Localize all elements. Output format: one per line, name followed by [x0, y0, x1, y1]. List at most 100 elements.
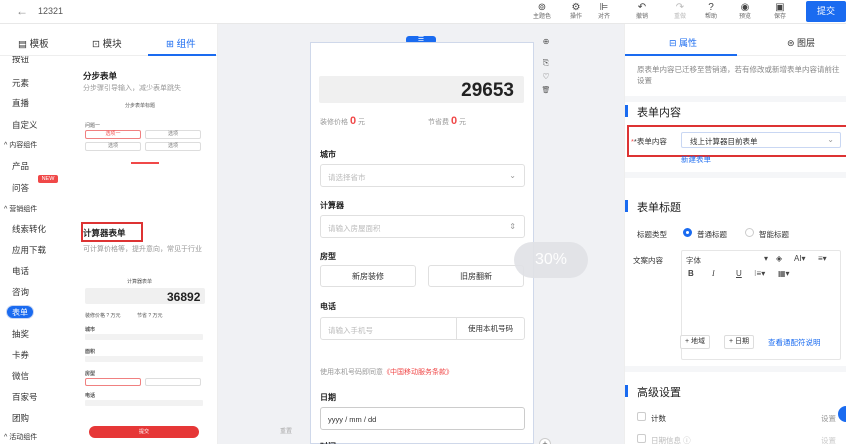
count-checkbox[interactable] — [637, 412, 646, 421]
gear-icon: ⚙ — [571, 2, 581, 13]
card-title: 计算器表单 — [83, 228, 126, 238]
editor-canvas[interactable]: ☰ 29653 装修价格 0 元 节省费 0 元 城市 请选择省市 ⌄ 计算器 … — [218, 24, 624, 444]
align-button[interactable]: ⊫ 对齐 — [592, 2, 616, 21]
underline-icon[interactable]: U — [736, 269, 742, 278]
category-item[interactable]: 百家号 — [12, 391, 38, 403]
trash-icon[interactable]: 🗑 — [540, 85, 552, 97]
area-input[interactable]: 请输入房屋面积 ⇕ — [320, 215, 525, 238]
rich-text-editor[interactable]: 字体 ▾ ◈ AI▾ ≡▾ B I U ⁝≡▾ ▦▾ + 地域 + 日期 查看通… — [680, 250, 841, 360]
chevron-down-icon[interactable]: ▾ — [764, 254, 768, 263]
migration-hint: 原表单内容已迁移至营销通，若有修改或新增表单内容请前往设置 — [637, 65, 840, 85]
copy-icon[interactable]: ⎘ — [540, 57, 552, 69]
category-item-form-selected[interactable]: 表单 — [6, 305, 34, 319]
settings-link[interactable]: 设置 — [821, 435, 836, 444]
savings-estimate: 节省费 0 元 — [428, 115, 467, 127]
terms-link[interactable]: 《中国移动服务条款》 — [383, 369, 453, 376]
date-input[interactable]: yyyy / mm / dd — [320, 407, 525, 430]
radio-normal-title[interactable] — [683, 228, 692, 237]
section-form-title: 表单标题 — [625, 199, 681, 215]
radio-smart-title[interactable] — [745, 228, 754, 237]
settings-link[interactable]: 设置 — [821, 413, 836, 424]
undo-button[interactable]: ↶ 撤销 — [630, 2, 654, 21]
new-badge: NEW — [38, 175, 58, 183]
use-local-number-button[interactable]: 使用本机号码 — [456, 317, 524, 340]
eye-icon: ◉ — [740, 2, 750, 13]
new-form-link[interactable]: 新建表单 — [681, 154, 711, 165]
list-icon[interactable]: ⁝≡▾ — [754, 269, 765, 278]
italic-icon[interactable]: I — [712, 269, 715, 278]
back-arrow-icon[interactable]: ← — [16, 4, 28, 18]
house-option-renovate[interactable]: 旧房翻新 — [428, 265, 524, 287]
category-item[interactable]: 抽奖 — [12, 328, 29, 340]
category-item[interactable]: 微信 — [12, 370, 29, 382]
tab-properties[interactable]: ⊟ 属性 — [669, 36, 697, 49]
category-item[interactable]: 产品 — [12, 160, 29, 172]
preview-button[interactable]: ◉ 预览 — [733, 2, 757, 21]
category-item[interactable]: 团购 — [12, 412, 29, 424]
text-content-label: 文案内容 — [633, 256, 663, 265]
price-estimate: 装修价格 0 元 — [320, 115, 366, 127]
category-item[interactable]: 咨询 — [12, 286, 29, 298]
redo-button[interactable]: ↷ 重做 — [668, 2, 692, 21]
chevron-down-icon: ⌄ — [827, 135, 834, 144]
tab-layers[interactable]: ⊜ 图层 — [787, 36, 815, 49]
title-type-label: 标题类型 — [637, 230, 667, 239]
fill-color-icon[interactable]: ◈ — [776, 254, 782, 263]
category-item[interactable]: 直播 — [12, 97, 29, 109]
house-option-new[interactable]: 新房装修 — [320, 265, 416, 287]
add-below-icon[interactable]: + — [539, 438, 551, 444]
tab-modules[interactable]: ⊡ 模块 — [92, 36, 122, 50]
align-icon: ⊫ — [599, 2, 609, 13]
date-info-checkbox[interactable] — [637, 434, 646, 443]
category-group-header[interactable]: ^ 活动组件 — [4, 432, 37, 442]
properties-panel: ⊟ 属性 ⊜ 图层 原表单内容已迁移至营销通，若有修改或新增表单内容请前往设置 … — [624, 24, 846, 444]
form-content-label: **表单内容 — [631, 137, 667, 146]
phone-preview[interactable]: 29653 装修价格 0 元 节省费 0 元 城市 请选择省市 ⌄ 计算器 请输… — [310, 42, 534, 444]
city-select[interactable]: 请选择省市 ⌄ — [320, 164, 525, 187]
option-chip: 选项一 — [85, 130, 141, 139]
category-group-header[interactable]: ^ 营销组件 — [4, 204, 37, 214]
terms-note: 使用本机号码即同意《中国移动服务条款》 — [320, 369, 453, 376]
add-icon[interactable]: ⊕ — [540, 36, 552, 48]
save-icon: ▣ — [775, 2, 785, 13]
step-form-preview[interactable]: 分步表单标题 问题一 选项一 选项 选项 选项 — [81, 98, 209, 208]
wildcard-help-link[interactable]: 查看通配符说明 — [768, 337, 821, 348]
undo-icon: ↶ — [637, 2, 647, 13]
date-label: 日期 — [320, 393, 336, 402]
category-item[interactable]: 卡券 — [12, 349, 29, 361]
tab-templates[interactable]: ▤ 模板 — [18, 36, 49, 50]
heart-icon[interactable]: ♡ — [540, 71, 552, 83]
tab-components[interactable]: ⊞ 组件 — [166, 36, 196, 50]
active-tab-indicator — [625, 54, 737, 56]
table-icon[interactable]: ▦▾ — [778, 269, 790, 278]
align-icon[interactable]: ≡▾ — [818, 254, 827, 263]
calculator-form-preview[interactable]: 计算器表单 36892 装修价格 ? 万元 节省 ? 万元 城市 面积 房型 电… — [81, 274, 209, 444]
submit-button[interactable]: 提交 — [806, 1, 846, 22]
reset-label[interactable]: 重置 — [280, 426, 292, 435]
save-button[interactable]: ▣ 保存 — [768, 2, 792, 21]
add-date-button[interactable]: + 日期 — [724, 335, 755, 349]
add-region-button[interactable]: + 地域 — [680, 335, 711, 349]
category-item[interactable]: 按钮 — [12, 56, 29, 65]
option-chip: 选项 — [145, 130, 201, 139]
category-group-header[interactable]: ^ 内容组件 — [4, 140, 37, 150]
operation-button[interactable]: ⚙ 操作 — [564, 2, 588, 21]
theme-color-button[interactable]: ⊚ 主题色 — [530, 2, 554, 21]
category-item[interactable]: 问答 — [12, 182, 29, 194]
form-select[interactable]: 线上计算器目前表单 ⌄ — [681, 132, 841, 148]
phone-input[interactable]: 请输入手机号 使用本机号码 — [320, 317, 525, 340]
category-item[interactable]: 自定义 — [12, 119, 38, 131]
calculator-label: 计算器 — [320, 201, 344, 210]
category-item[interactable]: 元素 — [12, 77, 29, 89]
section-form-content: 表单内容 — [625, 104, 681, 120]
font-size-icon[interactable]: AI▾ — [794, 254, 806, 263]
category-item[interactable]: 线索转化 — [12, 223, 46, 235]
help-button[interactable]: ? 帮助 — [699, 2, 723, 21]
font-family-select[interactable]: 字体 — [686, 255, 701, 266]
bold-icon[interactable]: B — [688, 269, 694, 278]
section-advanced: 高级设置 — [625, 384, 681, 400]
category-list: 按钮 元素 直播 自定义 ^ 内容组件 产品 问答 NEW ^ 营销组件 线索转… — [0, 56, 72, 444]
category-item[interactable]: 电话 — [12, 265, 29, 277]
category-item[interactable]: 应用下载 — [12, 244, 46, 256]
panel-tabs: ▤ 模板 ⊡ 模块 ⊞ 组件 — [0, 24, 218, 56]
